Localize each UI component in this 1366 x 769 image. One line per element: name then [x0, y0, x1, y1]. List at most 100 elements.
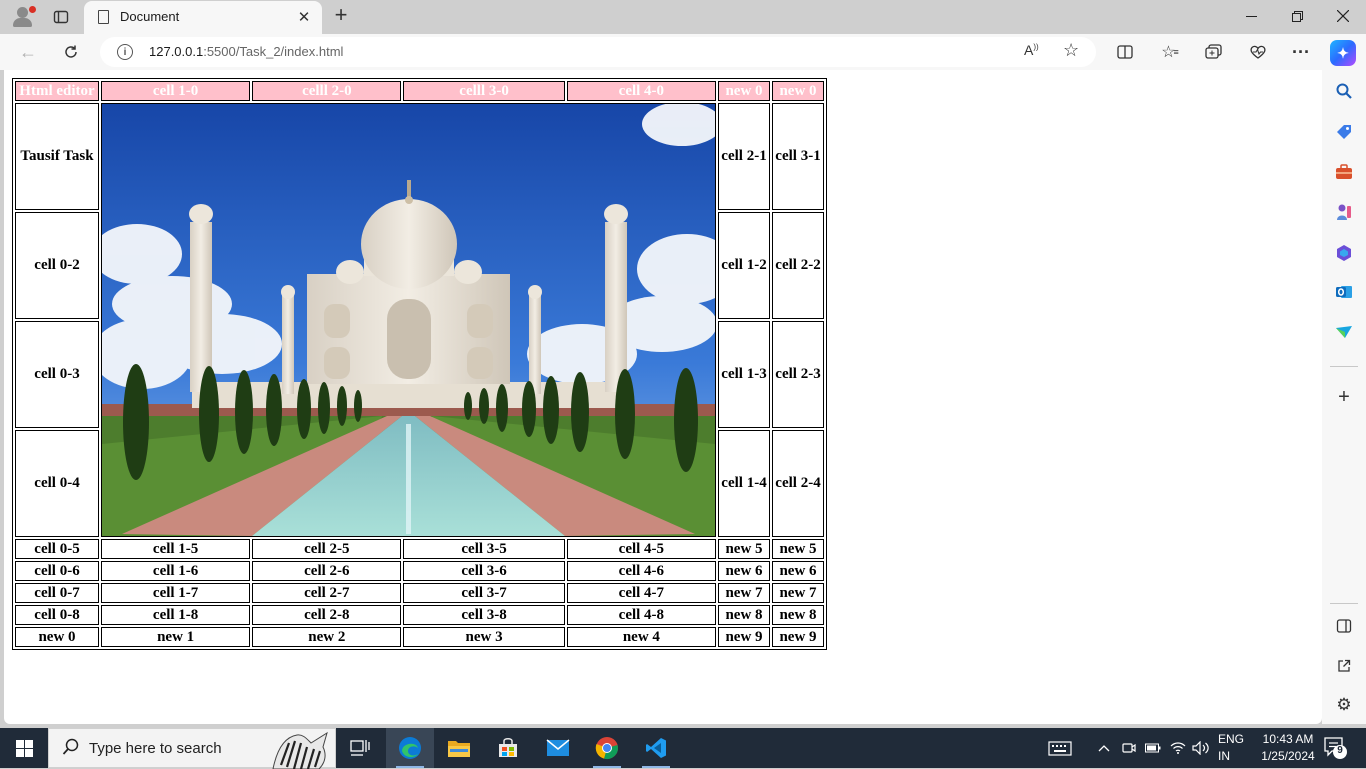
clock[interactable]: 10:43 AM 1/25/2024	[1252, 731, 1324, 765]
address-bar[interactable]: i 127.0.0.1:5500/Task_2/index.html A)) ☆	[100, 37, 1096, 67]
settings-icon[interactable]: ⚙	[1332, 693, 1356, 717]
games-icon[interactable]	[1332, 200, 1356, 224]
table-cell: cell 1-7	[101, 583, 251, 603]
header-cell: new 0	[718, 81, 770, 101]
more-icon[interactable]: ···	[1289, 40, 1313, 64]
windows-start-icon[interactable]	[0, 728, 48, 768]
restore-button[interactable]	[1274, 0, 1320, 32]
back-icon[interactable]: ←	[13, 37, 43, 67]
sidebar-toggle-icon[interactable]	[1332, 614, 1356, 638]
wifi-icon[interactable]	[1170, 728, 1186, 768]
table-cell: cell 0-8	[15, 605, 99, 625]
volume-icon[interactable]	[1192, 728, 1210, 768]
microsoft-365-icon[interactable]	[1332, 241, 1356, 265]
table-cell: cell 1-4	[718, 430, 770, 537]
table-cell: cell 2-7	[252, 583, 402, 603]
vscode-icon[interactable]	[632, 728, 680, 768]
taskbar-search-box[interactable]: Type here to search	[48, 728, 336, 769]
table-cell: new 9	[718, 627, 770, 647]
drop-icon[interactable]	[1332, 320, 1356, 344]
table-cell: cell 1-5	[101, 539, 251, 559]
copilot-icon[interactable]: ✦	[1330, 40, 1356, 66]
minimize-button[interactable]	[1228, 0, 1274, 32]
url-host: 127.0.0.1	[149, 44, 204, 59]
taj-mahal-image	[102, 104, 715, 536]
table-cell: cell 2-1	[718, 103, 770, 210]
table-cell: cell 1-2	[718, 212, 770, 319]
favorites-icon[interactable]: ☆ ≡	[1158, 40, 1182, 64]
split-screen-icon[interactable]	[1113, 40, 1137, 64]
task-view-icon[interactable]	[336, 728, 384, 768]
page-viewport: Html editor cell 1-0 celll 2-0 celll 3-0…	[4, 70, 1322, 724]
battery-icon[interactable]	[1145, 728, 1161, 768]
search-placeholder: Type here to search	[89, 740, 222, 757]
image-cell	[101, 103, 716, 537]
header-cell: celll 3-0	[403, 81, 565, 101]
table-cell: cell 3-1	[772, 103, 824, 210]
table-cell: cell 2-3	[772, 321, 824, 428]
profile-icon[interactable]	[8, 3, 38, 31]
table-cell: cell 4-5	[566, 539, 716, 559]
table-cell: new 9	[772, 627, 824, 647]
header-cell: Html editor	[15, 81, 99, 101]
tab-strip: Document ✕ +	[0, 0, 1366, 34]
table-row: cell 0-6 cell 1-6 cell 2-6 cell 3-6 cell…	[15, 561, 824, 581]
outlook-icon[interactable]	[1332, 280, 1356, 304]
table-cell: cell 1-8	[101, 605, 251, 625]
favorite-star-icon[interactable]: ☆	[1063, 40, 1079, 61]
close-window-button[interactable]	[1320, 0, 1366, 32]
chrome-icon[interactable]	[583, 728, 631, 768]
table-cell: cell 2-2	[772, 212, 824, 319]
edge-icon[interactable]	[386, 728, 434, 768]
url-text[interactable]: 127.0.0.1:5500/Task_2/index.html	[149, 44, 343, 59]
file-explorer-icon[interactable]	[435, 728, 483, 768]
table-cell: new 2	[252, 627, 402, 647]
zebra-illustration	[272, 731, 328, 769]
shopping-tag-icon[interactable]	[1332, 120, 1356, 144]
refresh-icon[interactable]	[56, 37, 86, 67]
keyboard-icon[interactable]	[1048, 728, 1072, 768]
table-cell: cell 0-5	[15, 539, 99, 559]
tab-actions-icon[interactable]	[46, 3, 76, 31]
info-icon[interactable]: i	[117, 44, 133, 60]
url-path: :5500/Task_2/index.html	[203, 44, 344, 59]
add-icon[interactable]: +	[1332, 385, 1356, 409]
table-cell: new 8	[718, 605, 770, 625]
mail-icon[interactable]	[534, 728, 582, 768]
table-cell: cell 3-6	[403, 561, 565, 581]
page-icon	[98, 10, 109, 24]
chevron-up-icon[interactable]	[1098, 728, 1110, 768]
language-indicator[interactable]: ENG IN	[1218, 731, 1244, 765]
sidebar-divider	[1330, 366, 1358, 367]
new-tab-icon[interactable]: +	[326, 1, 356, 29]
table-cell: cell 0-6	[15, 561, 99, 581]
collections-icon[interactable]	[1202, 40, 1226, 64]
microsoft-store-icon[interactable]	[484, 728, 532, 768]
table-header-row: Html editor cell 1-0 celll 2-0 celll 3-0…	[15, 81, 824, 101]
table-cell: cell 0-2	[15, 212, 99, 319]
read-aloud-icon[interactable]: A))	[1024, 42, 1039, 58]
open-external-icon[interactable]	[1332, 654, 1356, 678]
performance-icon[interactable]	[1246, 40, 1270, 64]
close-tab-icon[interactable]: ✕	[292, 5, 316, 29]
table-cell: cell 4-8	[566, 605, 716, 625]
meet-now-icon[interactable]	[1122, 728, 1136, 768]
search-icon[interactable]	[1332, 79, 1356, 103]
table-cell: new 1	[101, 627, 251, 647]
table-cell: cell 1-3	[718, 321, 770, 428]
tab-document[interactable]: Document ✕	[84, 1, 322, 34]
table-cell: new 3	[403, 627, 565, 647]
notification-count: 9	[1337, 745, 1343, 756]
grid-table: Html editor cell 1-0 celll 2-0 celll 3-0…	[12, 78, 827, 650]
header-cell: celll 2-0	[252, 81, 402, 101]
notification-center-icon[interactable]: 9	[1320, 734, 1352, 762]
table-cell: cell 2-8	[252, 605, 402, 625]
header-cell: cell 4-0	[566, 81, 716, 101]
table-row: cell 0-7 cell 1-7 cell 2-7 cell 3-7 cell…	[15, 583, 824, 603]
language-code: ENG	[1218, 732, 1245, 746]
tools-icon[interactable]	[1332, 160, 1356, 184]
browser-toolbar: ← i 127.0.0.1:5500/Task_2/index.html A))…	[0, 34, 1366, 70]
search-icon	[62, 738, 80, 761]
table-cell: new 5	[772, 539, 824, 559]
table-cell: cell 3-8	[403, 605, 565, 625]
